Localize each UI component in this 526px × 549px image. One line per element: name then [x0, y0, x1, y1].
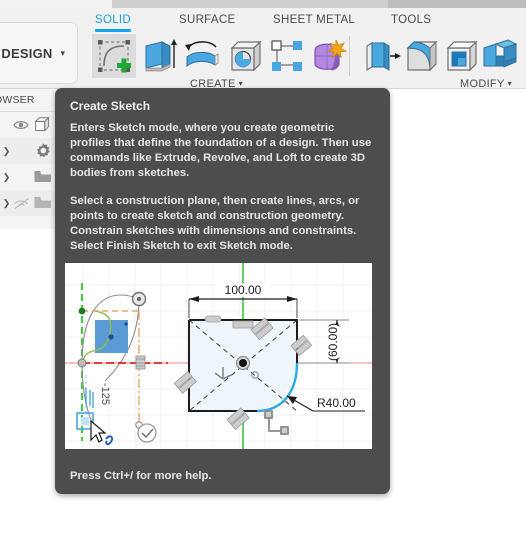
revolve-button[interactable] — [180, 34, 224, 78]
browser-panel: OWSER ❯ D — [0, 89, 62, 229]
browser-header: OWSER — [0, 89, 62, 112]
combine-button[interactable] — [478, 34, 522, 78]
tab-surface[interactable]: SURFACE — [179, 14, 235, 26]
press-pull-button[interactable] — [360, 34, 404, 78]
tab-solid-label: SOLID — [95, 14, 131, 26]
fillet-icon — [400, 34, 444, 78]
tab-surface-label: SURFACE — [179, 14, 235, 26]
sketch-illustration-svg: -125 — [65, 263, 372, 449]
width-dimension-label: 100.00 — [225, 283, 262, 297]
cube-icon — [33, 115, 53, 135]
visibility-eye-icon[interactable] — [13, 119, 33, 131]
radius-dimension-label: R40.00 — [317, 396, 356, 410]
sketch-point-circle-inner — [137, 297, 141, 301]
tooltip-paragraph-1: Enters Sketch mode, where you create geo… — [70, 121, 375, 181]
hole-icon — [224, 34, 268, 78]
folder-icon — [33, 169, 53, 185]
tab-sheet-metal-label: SHEET METAL — [273, 14, 355, 26]
browser-row-origin[interactable]: ❯ — [0, 190, 62, 216]
tooltip-illustration: -125 — [65, 263, 372, 449]
title-bar-segment-middle — [112, 0, 388, 8]
press-pull-icon — [360, 34, 404, 78]
fillet-button[interactable] — [400, 34, 444, 78]
revolve-icon — [180, 34, 224, 78]
ribbon-separator — [349, 36, 350, 76]
hole-button[interactable] — [224, 34, 268, 78]
spline-control-point-2 — [124, 322, 127, 325]
browser-row-named-views[interactable]: ❯ N — [0, 164, 62, 190]
create-sketch-icon — [92, 34, 136, 78]
tooltip-paragraph-2: Select a construction plane, then create… — [70, 194, 375, 254]
title-bar-segment-left — [0, 0, 112, 8]
title-bar-strip — [0, 0, 526, 8]
expander-arrow-icon[interactable]: ❯ — [0, 198, 13, 209]
tooltip-title: Create Sketch — [70, 99, 150, 113]
dimension-glyph-left — [136, 356, 145, 369]
sketch-point-top — [79, 308, 86, 315]
ribbon-tool-row — [0, 34, 526, 78]
create-form-icon — [305, 34, 349, 78]
folder-icon — [33, 195, 53, 211]
tab-active-underline — [95, 29, 131, 32]
ribbon-tab-bar: SOLID SURFACE SHEET METAL TOOLS — [95, 14, 525, 36]
command-tooltip: Create Sketch Enters Sketch mode, where … — [55, 88, 390, 494]
browser-title: OWSER — [0, 94, 35, 106]
modify-group-label[interactable]: MODIFY▾ — [460, 78, 512, 90]
tab-tools-label: TOOLS — [391, 14, 431, 26]
finish-sketch-check-icon — [138, 424, 156, 442]
extrude-icon — [136, 34, 180, 78]
center-point — [239, 359, 247, 367]
extrude-button[interactable] — [136, 34, 180, 78]
tab-sheet-metal[interactable]: SHEET METAL — [273, 14, 355, 26]
sketch-point-origin — [78, 359, 86, 367]
create-form-button[interactable] — [305, 34, 349, 78]
rectangular-pattern-icon — [265, 34, 309, 78]
expander-arrow-icon[interactable]: ❯ — [0, 172, 13, 183]
combine-icon — [478, 34, 522, 78]
angle-dimension-label: -125 — [99, 383, 111, 405]
tab-solid[interactable]: SOLID — [95, 14, 131, 26]
tooltip-footer: Press Ctrl+/ for more help. — [70, 470, 212, 482]
fusion360-window: DESIGN ▾ SOLID SURFACE SHEET METAL TOOLS — [0, 0, 526, 549]
rectangular-pattern-button[interactable] — [265, 34, 309, 78]
visibility-hidden-icon[interactable] — [13, 197, 33, 210]
create-sketch-button[interactable] — [92, 34, 136, 78]
ribbon: DESIGN ▾ SOLID SURFACE SHEET METAL TOOLS — [0, 8, 526, 89]
chevron-down-icon: ▾ — [508, 79, 512, 88]
spline-control-point — [108, 334, 113, 339]
title-bar-segment-right — [388, 0, 526, 8]
tooltip-body: Enters Sketch mode, where you create geo… — [70, 121, 375, 267]
browser-row-document-settings[interactable]: ❯ D — [0, 138, 62, 164]
modify-group-text: MODIFY — [460, 78, 505, 90]
browser-row-root[interactable] — [0, 112, 62, 138]
gear-icon — [33, 142, 53, 160]
height-dimension-label: (60.00) — [326, 323, 340, 361]
chevron-down-icon: ▾ — [239, 79, 243, 88]
selection-handle-fill — [81, 417, 89, 425]
expander-arrow-icon[interactable]: ❯ — [0, 146, 13, 157]
tab-tools[interactable]: TOOLS — [391, 14, 431, 26]
